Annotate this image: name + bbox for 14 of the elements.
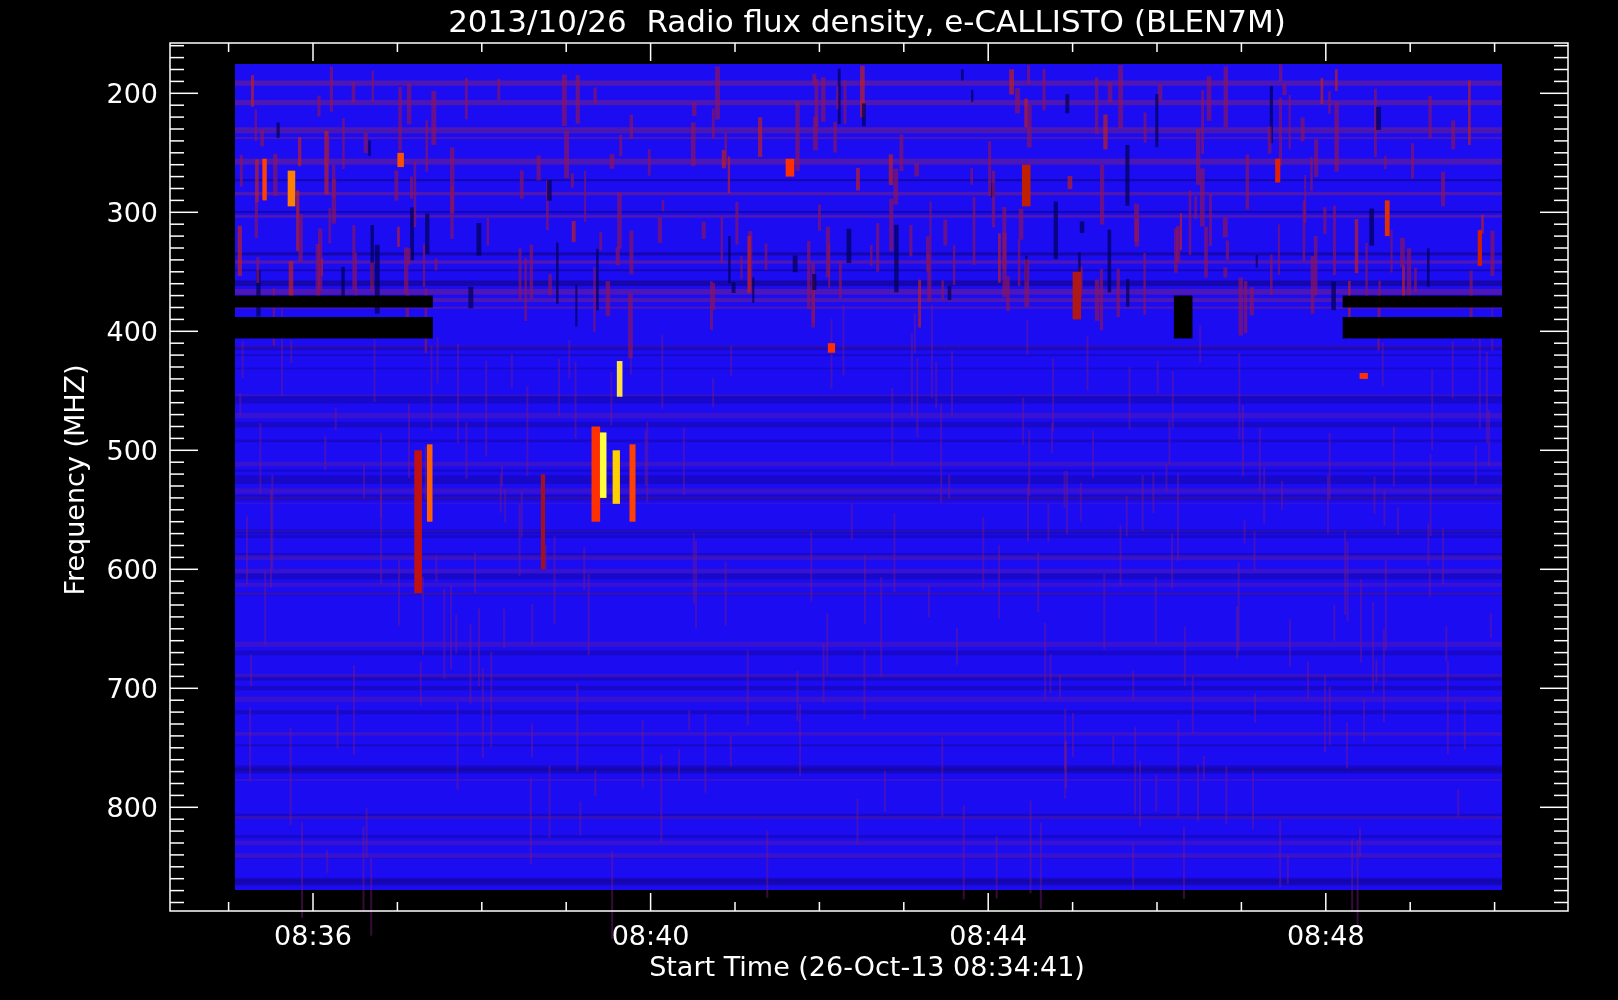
- x-tick-label: 08:40: [611, 920, 690, 951]
- chart-title: 2013/10/26 Radio flux density, e-CALLISTO (BLEN7M): [448, 3, 1286, 39]
- y-tick-label: 400: [106, 316, 158, 348]
- x-tick-label: 08:36: [274, 920, 352, 951]
- y-tick-label: 700: [106, 673, 158, 705]
- x-axis-label: Start Time (26-Oct-13 08:34:41): [649, 951, 1085, 982]
- y-tick-label: 500: [106, 435, 158, 467]
- x-tick-label: 08:48: [1286, 920, 1365, 951]
- x-tick-label: 08:44: [949, 920, 1028, 951]
- y-tick-label: 300: [106, 197, 158, 229]
- y-axis-label: Frequency (MHZ): [59, 364, 90, 596]
- y-tick-label: 200: [106, 78, 158, 110]
- y-tick-label: 800: [106, 792, 158, 824]
- y-tick-label: 600: [106, 554, 158, 586]
